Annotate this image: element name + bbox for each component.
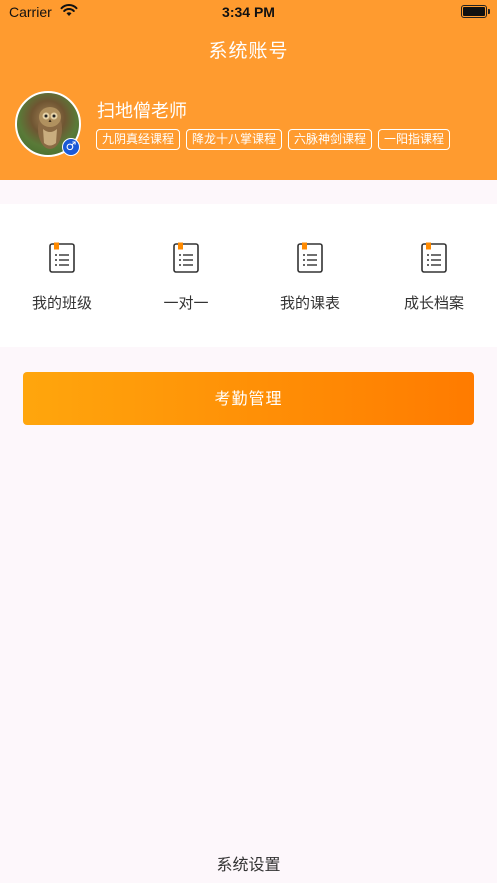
menu-item-my-schedule[interactable]: 我的课表 <box>248 204 372 347</box>
gender-male-icon: ♂ <box>62 138 80 156</box>
system-settings-link[interactable]: 系统设置 <box>0 851 497 875</box>
menu-label: 成长档案 <box>403 294 464 312</box>
battery-icon <box>461 5 490 18</box>
menu-item-one-on-one[interactable]: 一对一 <box>124 204 248 347</box>
menu-item-my-class[interactable]: 我的班级 <box>0 204 124 347</box>
feature-menu: 我的班级 一对一 我的课表 成长档案 <box>0 204 497 347</box>
clock: 3:34 PM <box>222 4 275 20</box>
menu-label: 我的课表 <box>279 294 340 312</box>
user-name: 扫地僧老师 <box>97 101 187 122</box>
profile-header: Carrier 3:34 PM 系统账号 ♂ 扫地僧老师 九阴真经课程 降龙十八掌… <box>0 0 497 180</box>
course-tag[interactable]: 一阳指课程 <box>378 129 451 150</box>
notebook-icon <box>49 242 75 273</box>
course-tag[interactable]: 六脉神剑课程 <box>288 129 373 150</box>
menu-label: 一对一 <box>163 294 209 312</box>
menu-label: 我的班级 <box>31 294 92 312</box>
course-tag[interactable]: 降龙十八掌课程 <box>186 129 283 150</box>
course-tag[interactable]: 九阴真经课程 <box>96 129 181 150</box>
notebook-icon <box>421 242 447 273</box>
notebook-icon <box>297 242 323 273</box>
status-bar: Carrier 3:34 PM <box>0 0 497 26</box>
course-tags: 九阴真经课程 降龙十八掌课程 六脉神剑课程 一阳指课程 <box>96 128 497 150</box>
page-title: 系统账号 <box>208 40 289 62</box>
notebook-icon <box>173 242 199 273</box>
menu-item-growth-record[interactable]: 成长档案 <box>372 204 496 347</box>
attendance-management-button[interactable]: 考勤管理 <box>23 372 474 425</box>
